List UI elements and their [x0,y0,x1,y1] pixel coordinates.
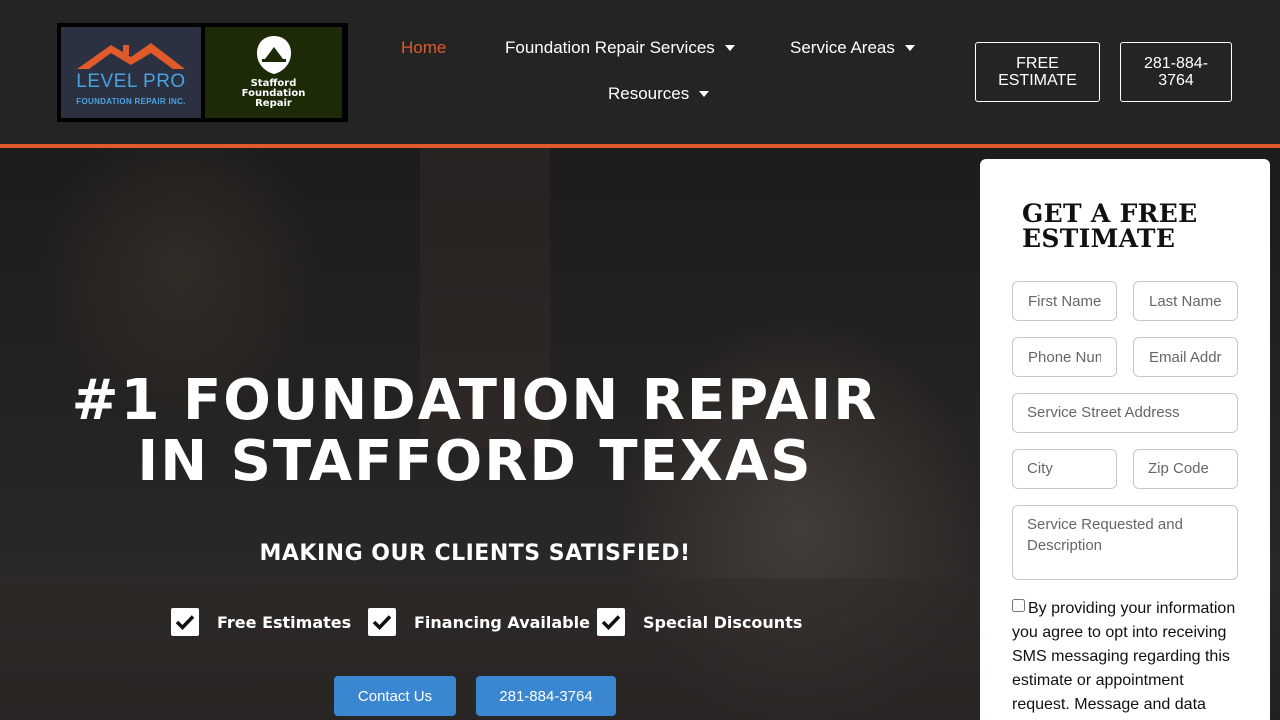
checkmark-icon [171,608,199,636]
nav-resources-label: Resources [608,84,690,103]
phone-field[interactable] [1012,337,1117,377]
feature-financing-available: Financing Available [368,608,590,636]
service-description-field[interactable] [1012,505,1238,580]
level-pro-logo: LEVEL PRO FOUNDATION REPAIR INC. [61,27,201,118]
checkmark-icon [597,608,625,636]
last-name-field[interactable] [1133,281,1238,321]
zip-code-field[interactable] [1133,449,1238,489]
caret-down-icon [699,91,710,97]
checkmark-icon [368,608,396,636]
city-field[interactable] [1012,449,1117,489]
contact-us-button[interactable]: Contact Us [334,676,456,716]
sms-consent: By providing your information you agree … [1012,597,1242,717]
nav-services-label: Foundation Repair Services [505,38,715,57]
nav-areas-label: Service Areas [790,38,895,57]
logo[interactable]: LEVEL PRO FOUNDATION REPAIR INC. Staffor… [57,23,348,122]
feature-label: Financing Available [414,612,590,632]
sms-consent-checkbox[interactable] [1012,599,1025,612]
form-title: GET A FREE ESTIMATE [1022,199,1198,253]
shield-icon [256,36,291,74]
free-estimate-button[interactable]: FREE ESTIMATE [975,42,1100,102]
header-phone-button[interactable]: 281-884-3764 [1120,42,1232,102]
site-header: LEVEL PRO FOUNDATION REPAIR INC. Staffor… [0,0,1280,144]
nav-resources[interactable]: Resources [608,84,710,104]
nav-service-areas[interactable]: Service Areas [790,38,915,58]
caret-down-icon [724,45,735,51]
house-roof-icon [77,43,185,69]
sms-consent-text: By providing your information you agree … [1012,600,1236,713]
estimate-form: GET A FREE ESTIMATE By providing your in… [980,159,1270,720]
street-address-field[interactable] [1012,393,1238,433]
nav-home-label: Home [401,38,447,57]
email-field[interactable] [1133,337,1238,377]
hero-subtitle: MAKING OUR CLIENTS SATISFIED! [259,541,691,566]
caret-down-icon [904,45,915,51]
logo-sub-text: FOUNDATION REPAIR INC. [76,97,186,106]
nav-foundation-repair-services[interactable]: Foundation Repair Services [505,38,735,58]
feature-free-estimates: Free Estimates [171,608,351,636]
logo-main-text: LEVEL PRO [76,71,186,92]
stafford-logo: Stafford Foundation Repair [205,27,342,118]
nav-home[interactable]: Home [401,38,446,58]
hero-phone-button[interactable]: 281-884-3764 [476,676,616,716]
hero-title: #1 FOUNDATION REPAIR IN STAFFORD TEXAS [71,368,879,494]
feature-label: Free Estimates [217,612,352,632]
first-name-field[interactable] [1012,281,1117,321]
feature-label: Special Discounts [643,612,803,632]
feature-special-discounts: Special Discounts [597,608,802,636]
logo-line-3: Repair [255,98,292,109]
stafford-logo-text: Stafford Foundation Repair [242,79,306,109]
